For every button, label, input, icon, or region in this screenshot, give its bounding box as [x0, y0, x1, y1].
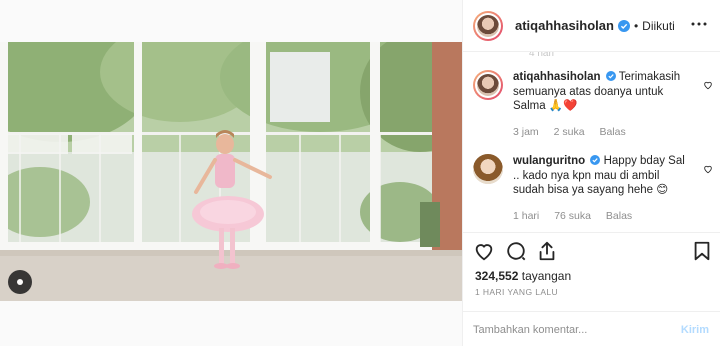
share-icon[interactable]	[536, 240, 558, 262]
bookmark-icon[interactable]	[691, 240, 713, 262]
comment-input[interactable]	[473, 322, 663, 338]
comment-icon[interactable]	[505, 240, 527, 262]
instagram-post: atiqahhasiholan • Diikuti 4 hari atiqahh…	[0, 0, 720, 346]
comment-meta: 3 jam 2 suka Balas	[513, 126, 638, 138]
send-button[interactable]: Kirim	[681, 324, 709, 336]
reply-button[interactable]: Balas	[606, 210, 632, 222]
verified-icon	[605, 71, 616, 81]
heart-icon[interactable]	[703, 164, 713, 174]
comment-time[interactable]: 1 hari	[513, 210, 539, 222]
comment-username[interactable]: wulanguritno	[513, 155, 585, 167]
follow-status[interactable]: Diikuti	[642, 19, 675, 33]
verified-icon	[590, 155, 601, 165]
post-video[interactable]	[0, 42, 462, 301]
avatar[interactable]	[473, 70, 503, 100]
author-username[interactable]: atiqahhasiholan	[515, 18, 614, 33]
comments-list: 4 hari atiqahhasiholan Terimakasih semua…	[463, 52, 720, 232]
partial-timestamp: 4 hari	[529, 52, 555, 59]
comment-meta: 1 hari 76 suka Balas	[513, 210, 644, 222]
comment-text: atiqahhasiholan Terimakasih semuanya ata…	[513, 70, 693, 114]
comment-text: wulanguritno Happy bday Sal .. kado nya …	[513, 154, 693, 198]
comment-username[interactable]: atiqahhasiholan	[513, 71, 601, 83]
video-icon	[8, 270, 32, 294]
comment-composer: Kirim	[463, 311, 720, 346]
views-label: tayangan	[521, 269, 572, 283]
views-count[interactable]: 324,552 tayangan	[475, 269, 571, 283]
views-number: 324,552	[475, 269, 519, 283]
post-sidebar: atiqahhasiholan • Diikuti 4 hari atiqahh…	[462, 0, 720, 346]
heart-icon[interactable]	[473, 240, 495, 262]
comment-time[interactable]: 3 jam	[513, 126, 539, 138]
post-actions: 324,552 tayangan 1 HARI YANG LALU Kirim	[463, 232, 720, 342]
heart-icon[interactable]	[703, 80, 713, 90]
comment-likes[interactable]: 2 suka	[554, 126, 585, 138]
verified-icon	[617, 19, 630, 32]
avatar[interactable]	[473, 10, 503, 41]
comment-likes[interactable]: 76 suka	[554, 210, 591, 222]
post-date: 1 HARI YANG LALU	[475, 287, 559, 297]
separator-dot: •	[633, 18, 639, 33]
more-icon[interactable]	[691, 22, 707, 26]
avatar[interactable]	[473, 154, 503, 184]
post-header: atiqahhasiholan • Diikuti	[463, 0, 720, 52]
video-frame	[0, 42, 462, 301]
reply-button[interactable]: Balas	[599, 126, 625, 138]
